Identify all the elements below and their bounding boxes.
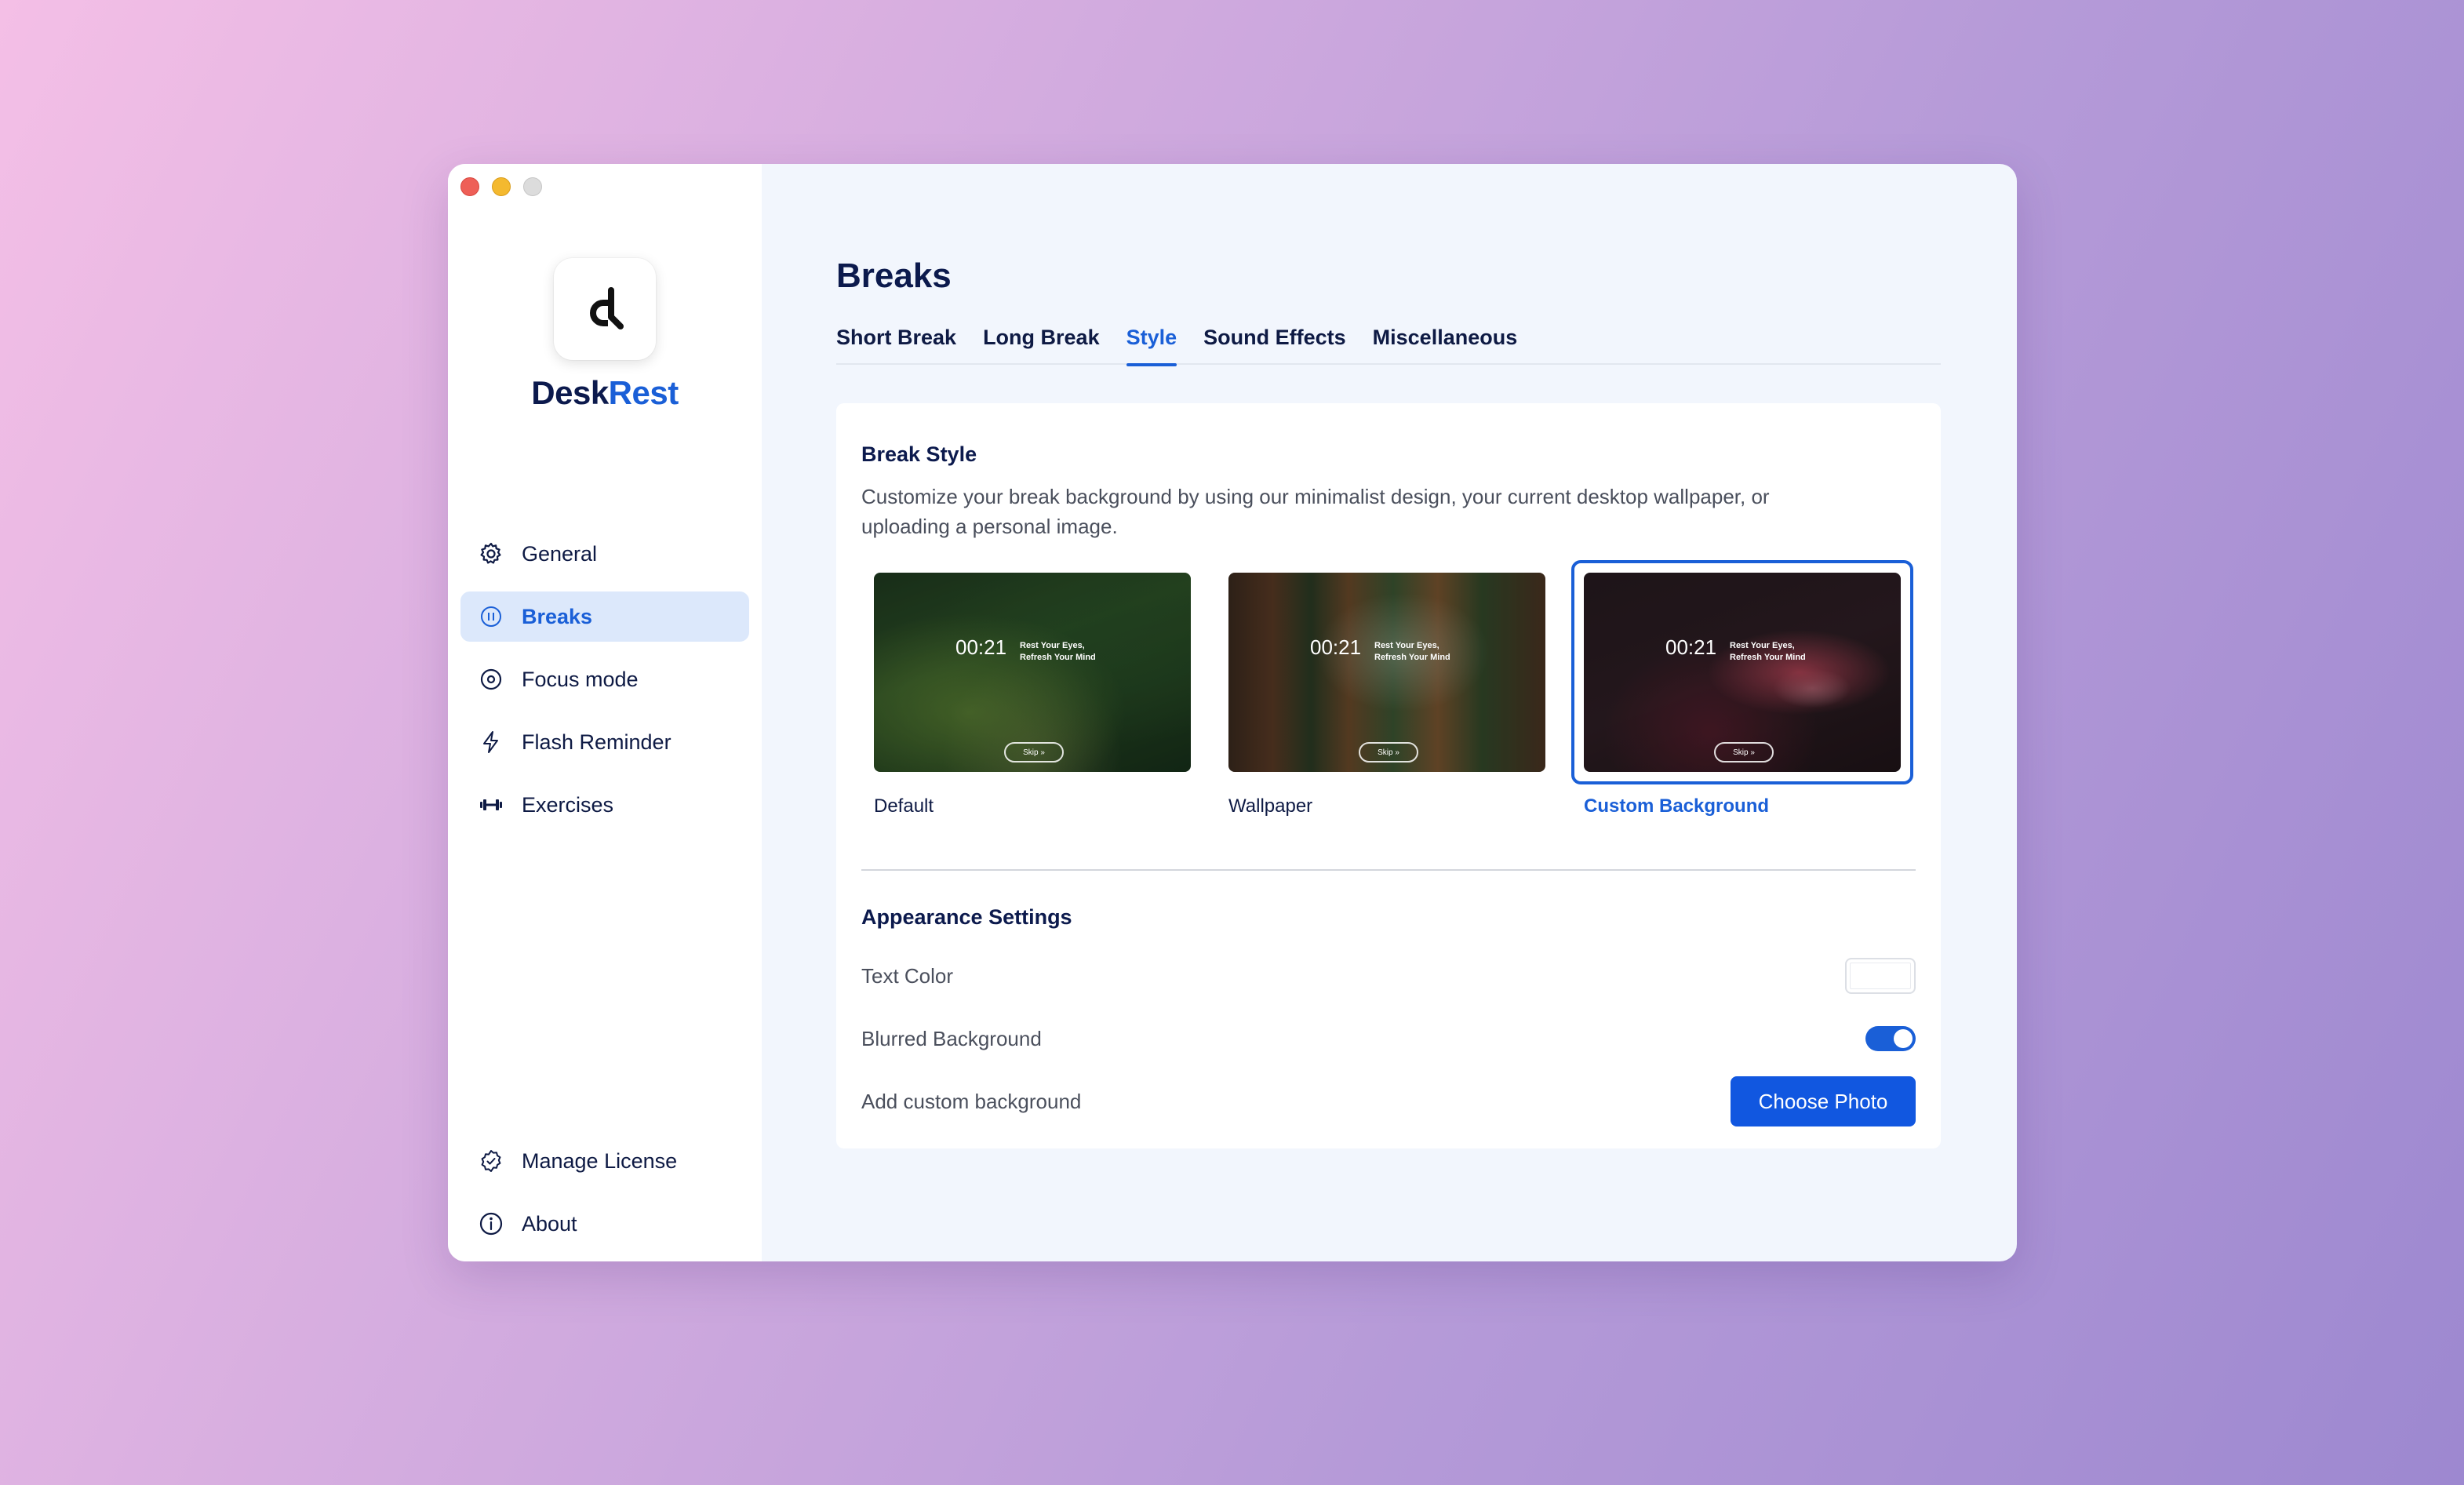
sidebar-item-label: Focus mode <box>522 667 639 691</box>
style-option-caption: Custom Background <box>1584 795 1770 817</box>
sidebar-nav: General Breaks Focus mode Flash Reminder <box>460 529 749 843</box>
preview-timer: 00:21 <box>1310 635 1362 659</box>
text-color-swatch[interactable] <box>1845 958 1916 994</box>
tab-miscellaneous[interactable]: Miscellaneous <box>1373 321 1518 365</box>
sidebar-item-about[interactable]: About <box>460 1199 749 1249</box>
sidebar-item-focus-mode[interactable]: Focus mode <box>460 654 749 704</box>
sidebar-item-general[interactable]: General <box>460 529 749 579</box>
tab-sound-effects[interactable]: Sound Effects <box>1203 321 1346 365</box>
app-brand-name: DeskRest <box>448 374 762 412</box>
preview-message: Rest Your Eyes, Refresh Your Mind <box>1020 640 1096 664</box>
sidebar-item-label: About <box>522 1211 577 1236</box>
preview-skip-button: Skip » <box>1359 742 1418 763</box>
thumbnail-frame: 00:21 Rest Your Eyes, Refresh Your Mind S… <box>1216 560 1558 784</box>
main-panel: Breaks Short Break Long Break Style Soun… <box>762 164 2017 1261</box>
section-divider <box>861 869 1916 871</box>
pause-circle-icon <box>478 603 504 630</box>
preview-message-line2: Refresh Your Mind <box>1020 653 1096 662</box>
app-logo <box>554 258 656 360</box>
deskrest-logo-icon <box>590 287 624 329</box>
tab-short-break[interactable]: Short Break <box>836 321 956 365</box>
sidebar-item-breaks[interactable]: Breaks <box>460 591 749 642</box>
dumbbell-icon <box>478 792 504 818</box>
sidebar-bottom-nav: Manage License About <box>460 1136 749 1261</box>
thumbnail-frame: 00:21 Rest Your Eyes, Refresh Your Mind S… <box>861 560 1203 784</box>
preview-skip-button: Skip » <box>1714 742 1774 763</box>
gear-icon <box>478 540 504 567</box>
custom-background-row: Add custom background Choose Photo <box>861 1076 1916 1126</box>
thumbnail-preview: 00:21 Rest Your Eyes, Refresh Your Mind S… <box>1228 573 1545 772</box>
badge-check-icon <box>478 1148 504 1174</box>
minimize-window-button[interactable] <box>492 177 511 196</box>
brand-part-desk: Desk <box>531 374 609 411</box>
preview-message: Rest Your Eyes, Refresh Your Mind <box>1730 640 1806 664</box>
style-option-caption: Default <box>874 795 934 817</box>
preview-timer: 00:21 <box>955 635 1007 659</box>
preview-timer: 00:21 <box>1665 635 1717 659</box>
choose-photo-button[interactable]: Choose Photo <box>1731 1076 1916 1126</box>
style-option-custom-background[interactable]: 00:21 Rest Your Eyes, Refresh Your Mind S… <box>1571 560 1913 817</box>
sidebar-item-label: Breaks <box>522 604 593 628</box>
break-style-options: 00:21 Rest Your Eyes, Refresh Your Mind S… <box>861 560 1916 819</box>
window-controls <box>460 177 542 196</box>
sidebar: DeskRest General Breaks Focus mode Flash… <box>448 164 762 1261</box>
settings-window: DeskRest General Breaks Focus mode Flash… <box>448 164 2017 1261</box>
style-option-caption: Wallpaper <box>1228 795 1313 817</box>
thumbnail-frame: 00:21 Rest Your Eyes, Refresh Your Mind S… <box>1571 560 1913 784</box>
brand-part-rest: Rest <box>608 374 679 411</box>
style-option-wallpaper[interactable]: 00:21 Rest Your Eyes, Refresh Your Mind S… <box>1216 560 1558 817</box>
tab-style[interactable]: Style <box>1126 321 1177 366</box>
sidebar-item-manage-license[interactable]: Manage License <box>460 1136 749 1186</box>
preview-message-line1: Rest Your Eyes, <box>1374 641 1439 650</box>
style-settings-card: Break Style Customize your break backgro… <box>836 403 1941 1148</box>
custom-background-label: Add custom background <box>861 1089 1082 1113</box>
thumbnail-preview: 00:21 Rest Your Eyes, Refresh Your Mind S… <box>1584 573 1901 772</box>
tab-bar: Short Break Long Break Style Sound Effec… <box>836 321 1941 366</box>
lightning-icon <box>478 729 504 755</box>
close-window-button[interactable] <box>460 177 479 196</box>
blurred-background-row: Blurred Background <box>861 1014 1916 1064</box>
page-title: Breaks <box>836 257 952 295</box>
break-style-title: Break Style <box>861 442 977 466</box>
preview-message-line1: Rest Your Eyes, <box>1730 641 1795 650</box>
blurred-background-label: Blurred Background <box>861 1026 1042 1050</box>
text-color-row: Text Color <box>861 951 1916 1001</box>
preview-skip-button: Skip » <box>1004 742 1064 763</box>
sidebar-item-flash-reminder[interactable]: Flash Reminder <box>460 717 749 767</box>
sidebar-item-label: General <box>522 541 598 566</box>
break-style-description: Customize your break background by using… <box>861 485 1770 538</box>
thumbnail-preview: 00:21 Rest Your Eyes, Refresh Your Mind S… <box>874 573 1191 772</box>
sidebar-item-exercises[interactable]: Exercises <box>460 780 749 830</box>
preview-message-line2: Refresh Your Mind <box>1374 653 1450 662</box>
sidebar-item-label: Exercises <box>522 792 614 817</box>
preview-message-line1: Rest Your Eyes, <box>1020 641 1085 650</box>
blurred-background-toggle[interactable] <box>1865 1026 1916 1051</box>
tab-long-break[interactable]: Long Break <box>983 321 1100 365</box>
sidebar-item-label: Flash Reminder <box>522 730 672 754</box>
style-option-default[interactable]: 00:21 Rest Your Eyes, Refresh Your Mind S… <box>861 560 1203 817</box>
appearance-settings-title: Appearance Settings <box>861 905 1072 929</box>
text-color-label: Text Color <box>861 963 954 988</box>
preview-message: Rest Your Eyes, Refresh Your Mind <box>1374 640 1450 664</box>
zoom-window-button[interactable] <box>523 177 542 196</box>
preview-message-line2: Refresh Your Mind <box>1730 653 1806 662</box>
info-icon <box>478 1210 504 1237</box>
sidebar-item-label: Manage License <box>522 1148 678 1173</box>
toggle-knob <box>1894 1029 1913 1048</box>
focus-target-icon <box>478 666 504 693</box>
